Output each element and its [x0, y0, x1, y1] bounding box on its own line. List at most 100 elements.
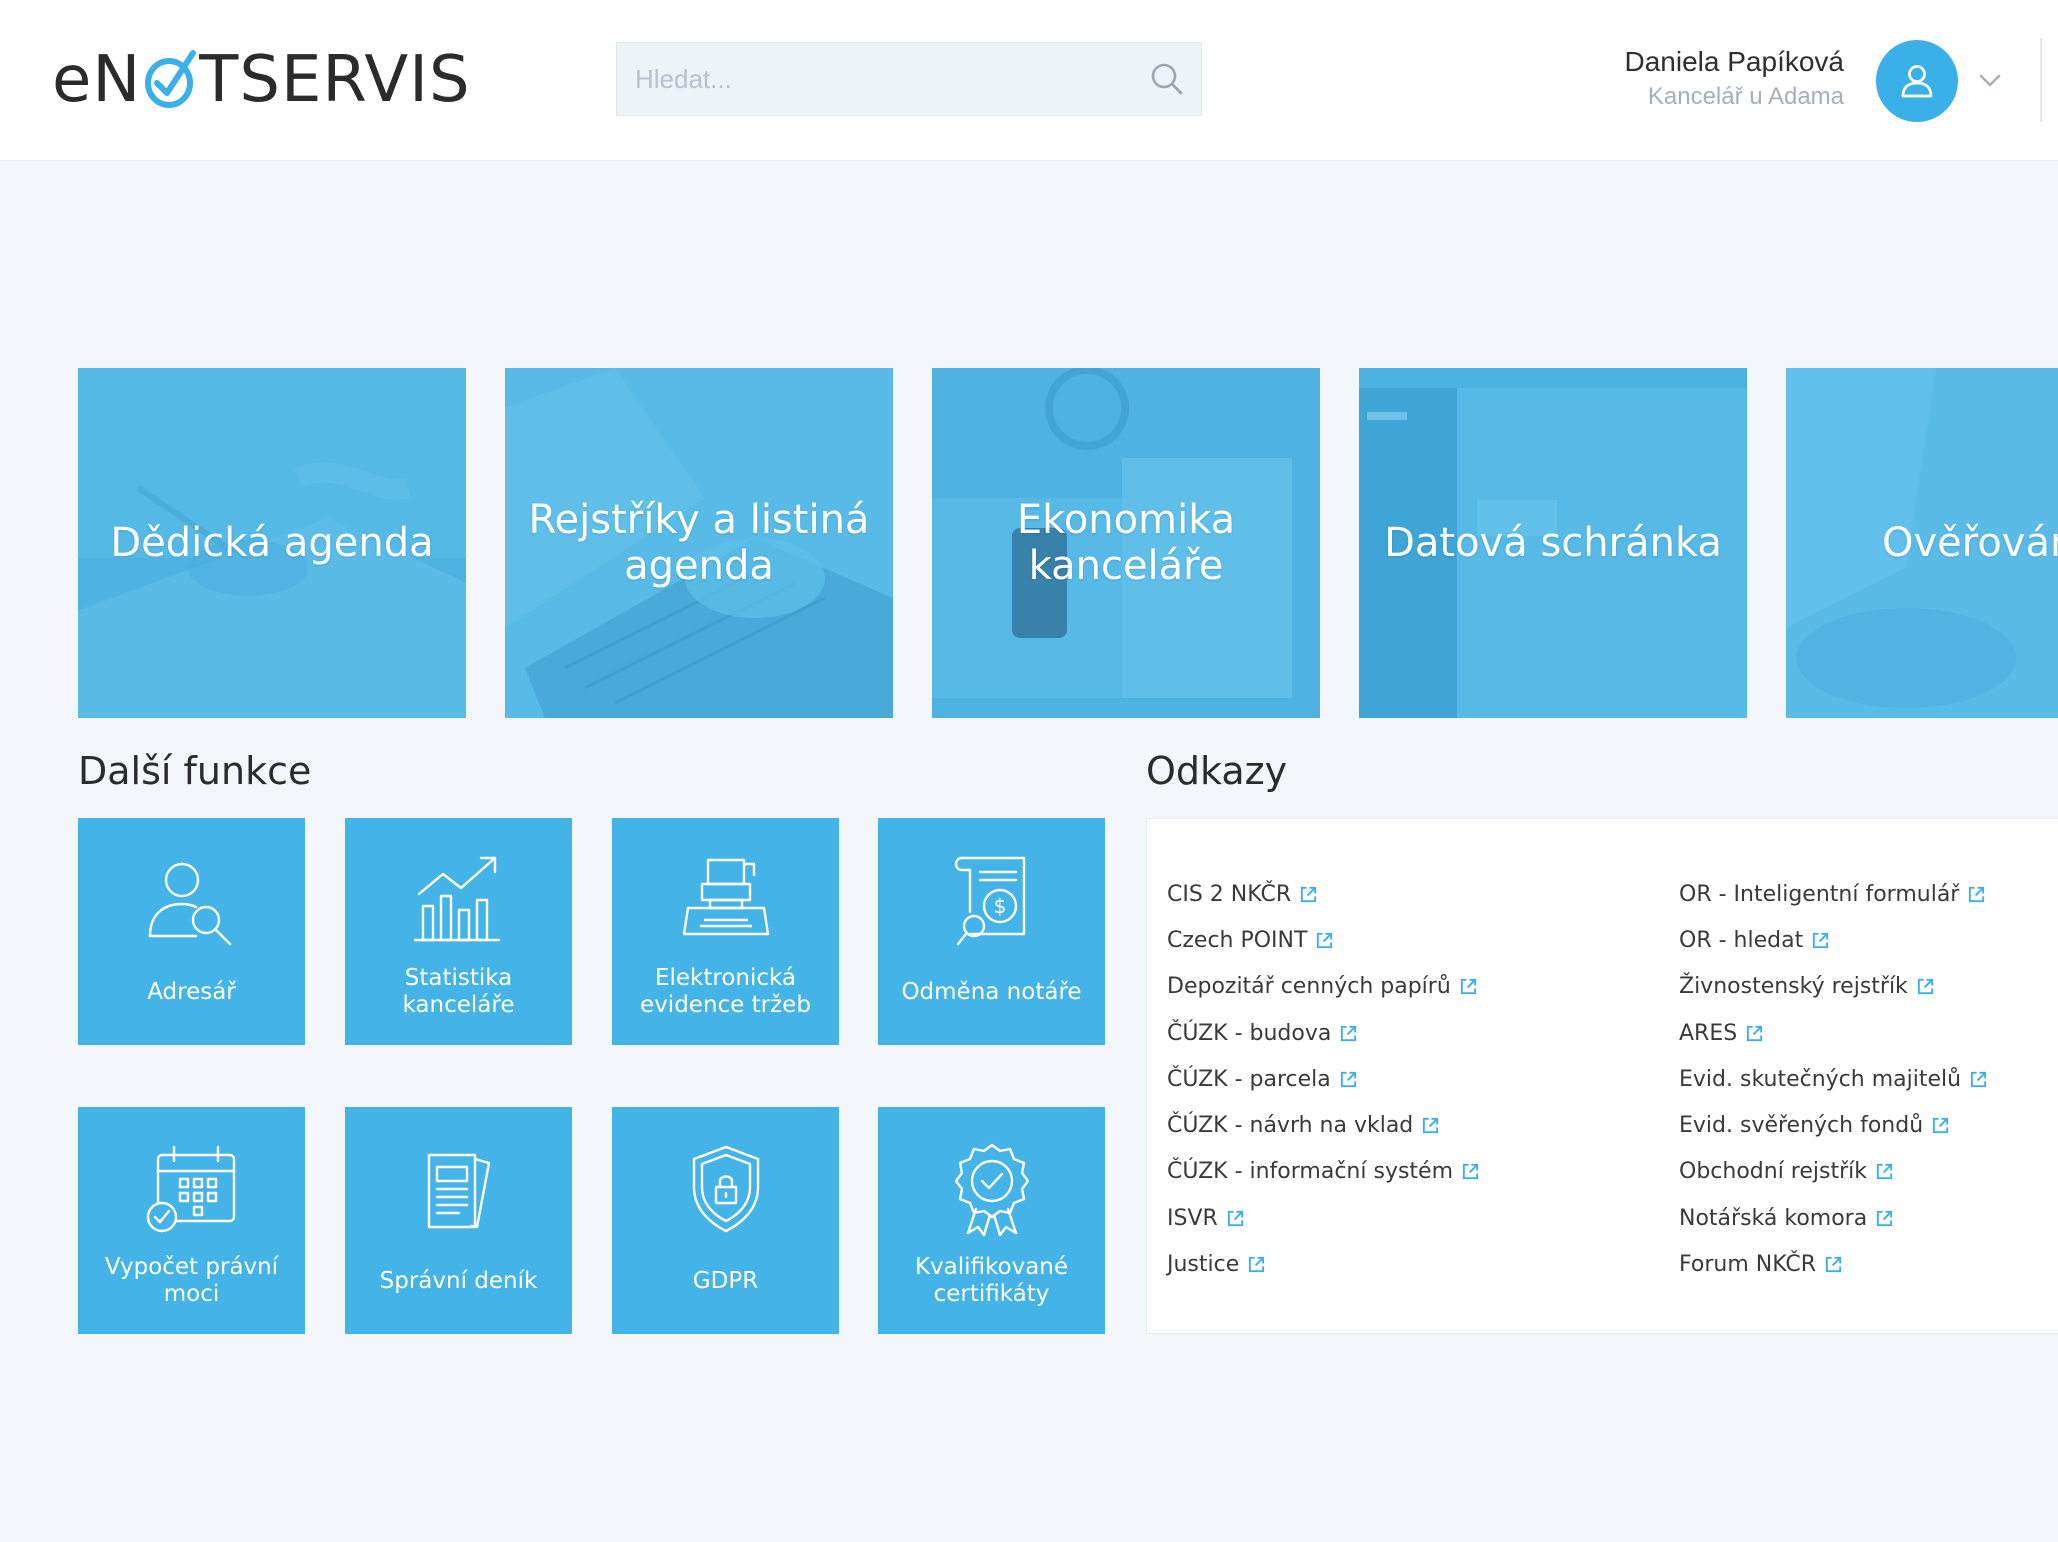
search-input[interactable]	[617, 42, 1149, 116]
tile-rejstriky[interactable]: Rejstříky a listiná agenda	[505, 368, 893, 718]
statistics-icon	[413, 856, 500, 942]
tile-statistika[interactable]: Statistika kanceláře	[345, 818, 572, 1045]
external-link[interactable]: ČÚZK - budova	[1167, 1010, 1480, 1056]
external-link[interactable]: OR - hledat	[1679, 917, 1988, 963]
external-link[interactable]: Obchodní rejstřík	[1679, 1149, 1988, 1195]
external-link[interactable]: Depozitář cenných papírů	[1167, 964, 1480, 1010]
link-label: ARES	[1679, 1020, 1738, 1046]
tile-gdpr[interactable]: GDPR	[612, 1107, 839, 1334]
external-link-icon	[1877, 1210, 1893, 1226]
link-label: Justice	[1167, 1252, 1240, 1278]
tile-label: Rejstříky a listiná agenda	[528, 497, 870, 589]
address-book-icon	[148, 862, 231, 946]
external-link-icon	[1825, 1256, 1842, 1273]
top-header: eN TSERVIS Daniela Papíková Kancelář u A…	[0, 0, 2058, 161]
external-link-icon	[1341, 1025, 1357, 1041]
tile-adresar[interactable]: Adresář	[78, 818, 305, 1045]
external-link-icon	[1462, 1164, 1479, 1180]
link-label: CIS 2 NKČR	[1167, 881, 1292, 907]
logo-prefix: eN	[52, 43, 142, 117]
tile-label: Kvalifikované certifikáty	[914, 1254, 1069, 1307]
external-link[interactable]: ČÚZK - návrh na vklad	[1167, 1102, 1480, 1148]
tile-label: Odměna notáře	[901, 978, 1082, 1005]
link-label: ČÚZK - informační systém	[1167, 1159, 1454, 1185]
external-link[interactable]: Evid. svěřených fondů	[1679, 1102, 1988, 1148]
external-link-icon	[1227, 1210, 1243, 1226]
search-icon[interactable]	[1149, 61, 1185, 97]
external-link[interactable]: Czech POINT	[1167, 917, 1480, 963]
external-link[interactable]: Justice	[1167, 1241, 1480, 1287]
link-label: ISVR	[1167, 1205, 1218, 1231]
tile-ekonomika[interactable]: Ekonomika kanceláře	[932, 368, 1320, 718]
tile-label: Ekonomika kanceláře	[1016, 497, 1236, 589]
link-label: ČÚZK - návrh na vklad	[1167, 1113, 1414, 1139]
external-link-icon	[1933, 1118, 1949, 1134]
tile-spravni-denik[interactable]: Správní deník	[345, 1107, 572, 1334]
tile-label: Ověřován	[1882, 520, 2058, 566]
shield-lock-icon	[692, 1145, 759, 1233]
tile-label: GDPR	[692, 1267, 759, 1294]
external-link-icon	[1876, 1164, 1893, 1180]
header-divider	[2040, 38, 2042, 122]
user-info[interactable]: Daniela Papíková Kancelář u Adama	[1625, 44, 1844, 114]
main-agenda-tiles: Dědická agenda Rejstříky a listiná agend…	[78, 368, 2058, 718]
tile-datova-schranka[interactable]: Datová schránka	[1359, 368, 1747, 718]
logo-check-icon	[143, 45, 197, 111]
chevron-down-icon[interactable]	[1976, 66, 2004, 94]
user-office: Kancelář u Adama	[1647, 83, 1844, 110]
external-link[interactable]: OR - Inteligentní formulář	[1679, 871, 1988, 917]
svg-text:$: $	[993, 894, 1006, 918]
external-link-icon	[1969, 886, 1985, 902]
external-link-icon	[1301, 886, 1317, 902]
external-link[interactable]: Forum NKČR	[1679, 1241, 1988, 1287]
invoice-icon: $	[954, 856, 1025, 946]
external-link[interactable]: ISVR	[1167, 1195, 1480, 1241]
tile-overovani[interactable]: Ověřován	[1786, 368, 2058, 718]
logo-suffix: TSERVIS	[199, 43, 471, 117]
external-link[interactable]: ČÚZK - informační systém	[1167, 1149, 1480, 1195]
external-link[interactable]: ARES	[1679, 1010, 1988, 1056]
links-panel: CIS 2 NKČR Czech POINT Depozitář cenných p…	[1146, 818, 2058, 1334]
external-link[interactable]: Notářská komora	[1679, 1195, 1988, 1241]
external-link[interactable]: Evid. skutečných majitelů	[1679, 1056, 1988, 1102]
tile-label: Datová schránka	[1384, 520, 1722, 566]
more-functions-title: Další funkce	[78, 749, 312, 793]
tile-label: Statistika kanceláře	[402, 965, 515, 1018]
tile-vypocet-pravni-moci[interactable]: Vypočet právní moci	[78, 1107, 305, 1334]
tile-label: Elektronická evidence tržeb	[640, 965, 811, 1018]
tile-kvalifikovane-certifikaty[interactable]: Kvalifikované certifikáty	[878, 1107, 1105, 1334]
user-icon	[1901, 65, 1933, 98]
link-label: OR - hledat	[1679, 927, 1804, 953]
certificate-icon	[954, 1143, 1029, 1237]
user-name: Daniela Papíková	[1624, 46, 1844, 77]
tile-eet[interactable]: Elektronická evidence tržeb	[612, 818, 839, 1045]
external-link[interactable]: CIS 2 NKČR	[1167, 871, 1480, 917]
external-link-icon	[1317, 932, 1333, 949]
link-label: ČÚZK - parcela	[1167, 1066, 1331, 1092]
avatar[interactable]	[1876, 40, 1958, 122]
external-link-icon	[1970, 1071, 1987, 1087]
external-link-icon	[1917, 979, 1933, 995]
documents-icon	[427, 1153, 490, 1229]
link-label: Evid. skutečných majitelů	[1679, 1066, 1962, 1092]
tile-odmena-notare[interactable]: $ Odměna notáře	[878, 818, 1105, 1045]
external-link[interactable]: Živnostenský rejstřík	[1679, 964, 1988, 1010]
link-label: ČÚZK - budova	[1167, 1020, 1332, 1046]
tile-label: Adresář	[147, 978, 236, 1005]
link-label: Czech POINT	[1167, 927, 1308, 953]
link-label: Živnostenský rejstřík	[1679, 974, 1908, 1000]
calendar-icon	[146, 1145, 235, 1233]
link-label: Evid. svěřených fondů	[1679, 1113, 1924, 1139]
link-label: Forum NKČR	[1679, 1252, 1817, 1278]
link-label: OR - Inteligentní formulář	[1679, 881, 1960, 907]
external-link[interactable]: ČÚZK - parcela	[1167, 1056, 1480, 1102]
tile-label: Dědická agenda	[110, 520, 434, 566]
enotservis-logo[interactable]: eN TSERVIS	[52, 40, 471, 120]
links-column-left: CIS 2 NKČR Czech POINT Depozitář cenných p…	[1167, 871, 1480, 1288]
link-label: Obchodní rejstřík	[1679, 1159, 1867, 1185]
search-bar	[616, 42, 1202, 116]
tile-dedicka-agenda[interactable]: Dědická agenda	[78, 368, 466, 718]
cash-register-icon	[682, 858, 769, 936]
link-label: Depozitář cenných papírů	[1167, 974, 1451, 1000]
external-link-icon	[1340, 1071, 1356, 1087]
